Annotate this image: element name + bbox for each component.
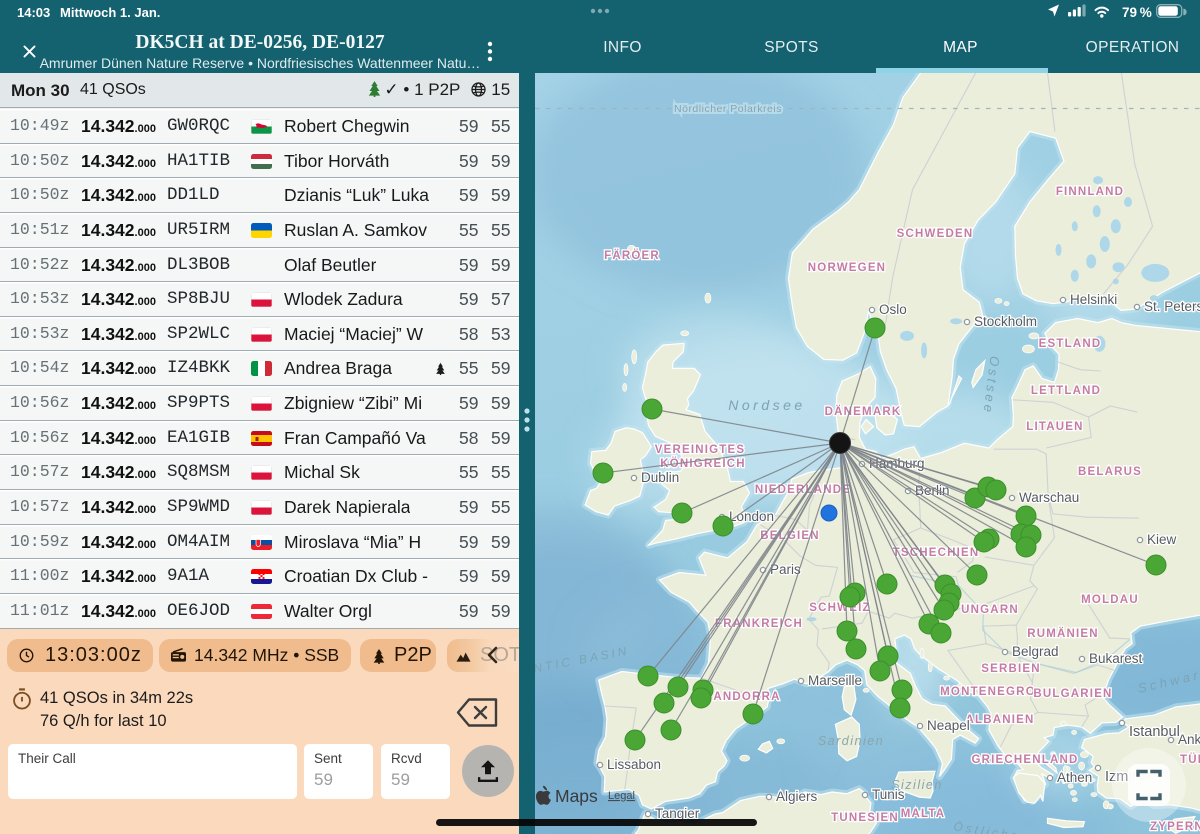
svg-text:MONTENEGRO: MONTENEGRO xyxy=(940,686,1036,698)
svg-text:UNGARN: UNGARN xyxy=(961,604,1019,616)
svg-text:TUNESIEN: TUNESIEN xyxy=(831,812,899,824)
svg-text:Maps: Maps xyxy=(555,786,598,806)
svg-text:DÄNEMARK: DÄNEMARK xyxy=(825,405,902,418)
svg-text:Sardinien: Sardinien xyxy=(818,734,884,748)
svg-text:GRIECHENLAND: GRIECHENLAND xyxy=(971,754,1078,766)
svg-text:ALBANIEN: ALBANIEN xyxy=(965,714,1034,726)
svg-text:Ankara: Ankara xyxy=(1178,732,1200,747)
svg-text:ANDORRA: ANDORRA xyxy=(713,691,780,703)
svg-text:SCHWEIZ: SCHWEIZ xyxy=(809,602,870,614)
svg-text:Dublin: Dublin xyxy=(641,470,679,485)
svg-text:BULGARIEN: BULGARIEN xyxy=(1033,688,1112,700)
svg-text:Kiew: Kiew xyxy=(1147,532,1177,547)
svg-text:Oslo: Oslo xyxy=(879,302,907,317)
svg-text:Nordsee: Nordsee xyxy=(728,397,805,413)
svg-text:ESTLAND: ESTLAND xyxy=(1039,338,1102,350)
svg-text:ZYPERN: ZYPERN xyxy=(1150,821,1200,833)
svg-text:Lissabon: Lissabon xyxy=(607,757,661,772)
svg-text:MOLDAU: MOLDAU xyxy=(1081,594,1139,606)
svg-text:FRANKREICH: FRANKREICH xyxy=(715,618,803,630)
svg-text:BELGIEN: BELGIEN xyxy=(760,530,820,542)
svg-text:Stockholm: Stockholm xyxy=(974,314,1037,329)
svg-text:RUMÄNIEN: RUMÄNIEN xyxy=(1027,627,1099,640)
svg-text:Warschau: Warschau xyxy=(1019,490,1079,505)
svg-text:Helsinki: Helsinki xyxy=(1070,292,1117,307)
svg-text:LETTLAND: LETTLAND xyxy=(1031,385,1101,397)
svg-text:Algiers: Algiers xyxy=(776,789,818,804)
svg-text:KÖNIGREICH: KÖNIGREICH xyxy=(660,457,745,470)
svg-text:Paris: Paris xyxy=(770,562,801,577)
svg-text:SCHWEDEN: SCHWEDEN xyxy=(897,228,974,240)
svg-text:TÜRKEI: TÜRKEI xyxy=(1180,753,1200,766)
svg-text:Neapel: Neapel xyxy=(927,718,970,733)
svg-text:BELARUS: BELARUS xyxy=(1078,466,1142,478)
svg-text:NORWEGEN: NORWEGEN xyxy=(808,262,886,274)
svg-text:Athen: Athen xyxy=(1057,770,1092,785)
svg-text:FINNLAND: FINNLAND xyxy=(1056,186,1124,198)
svg-text:Belgrad: Belgrad xyxy=(1012,644,1059,659)
svg-text:LITAUEN: LITAUEN xyxy=(1026,421,1083,433)
svg-text:Nördlicher Polarkreis: Nördlicher Polarkreis xyxy=(674,103,782,115)
svg-text:MALTA: MALTA xyxy=(901,808,946,820)
svg-text:St. Petersbu: St. Petersbu xyxy=(1144,299,1200,314)
svg-text:VEREINIGTES: VEREINIGTES xyxy=(655,444,746,456)
svg-text:NIEDERLANDE: NIEDERLANDE xyxy=(755,484,851,496)
svg-text:Legal: Legal xyxy=(608,790,635,802)
svg-text:Tunis: Tunis xyxy=(872,787,905,802)
svg-text:Bukarest: Bukarest xyxy=(1089,651,1143,666)
svg-text:Marseille: Marseille xyxy=(808,673,862,688)
svg-text:SERBIEN: SERBIEN xyxy=(981,663,1041,675)
svg-text:FÄRÖER: FÄRÖER xyxy=(604,249,660,262)
